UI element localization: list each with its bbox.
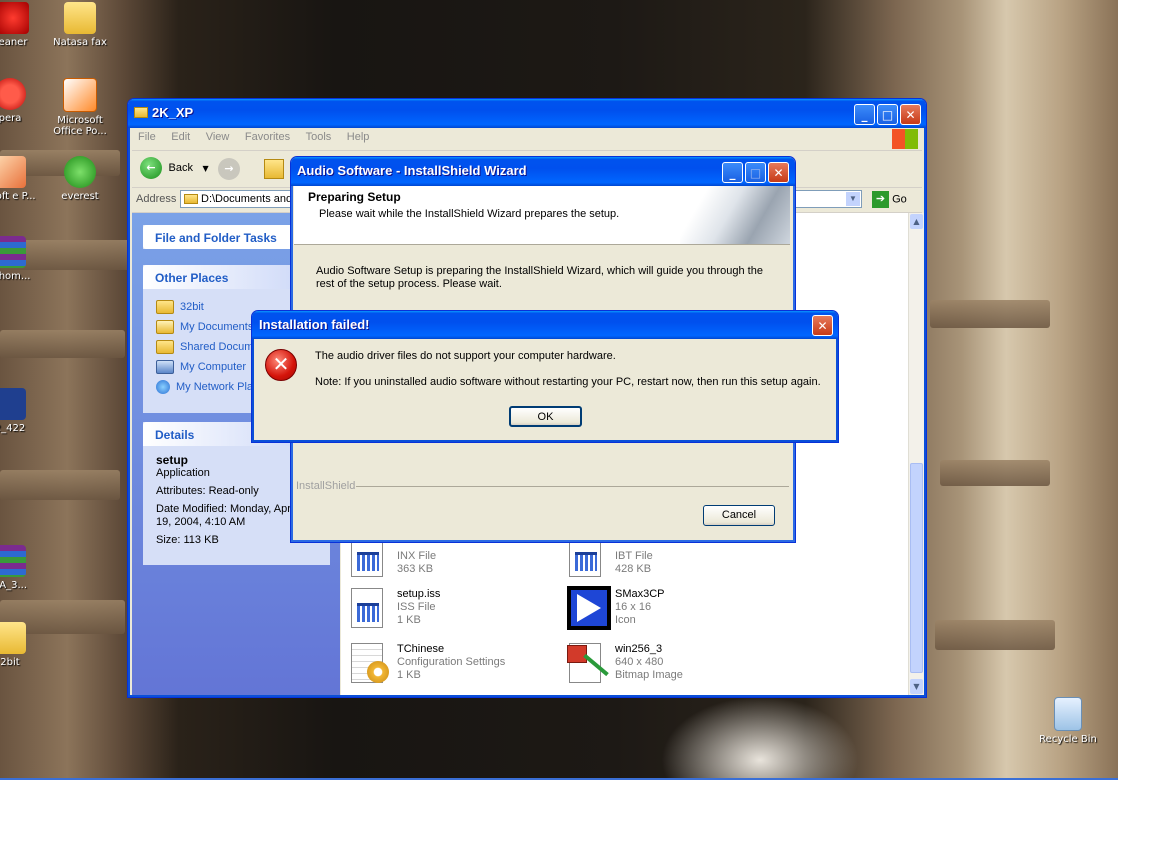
menu-file[interactable]: File [132, 128, 162, 146]
wizard-body-text: Audio Software Setup is preparing the In… [316, 265, 763, 290]
error-icon: ✕ [265, 349, 297, 381]
menu-tools[interactable]: Tools [300, 128, 338, 146]
close-button[interactable]: ✕ [900, 104, 921, 125]
scroll-up-arrow-icon[interactable]: ▲ [910, 214, 923, 229]
file-item[interactable]: setup.iss ISS File 1 KB [349, 586, 549, 630]
winrar-icon [0, 236, 26, 268]
explorer-title: 2K_XP [152, 105, 194, 120]
file-item[interactable]: TChinese Configuration Settings 1 KB [349, 641, 549, 685]
address-label: Address [136, 193, 177, 205]
scroll-down-arrow-icon[interactable]: ▼ [910, 679, 923, 694]
dialog-titlebar[interactable]: Installation failed! ✕ [252, 311, 838, 339]
desktop-icon-office-shortcut[interactable]: osoft e P... [0, 156, 45, 202]
desktop-icon-ccleaner[interactable]: eaner [0, 2, 48, 48]
wizard-title: Audio Software - InstallShield Wizard [297, 163, 527, 178]
folder-icon [184, 194, 198, 204]
ccleaner-icon [0, 2, 29, 34]
play-icon [567, 586, 611, 630]
maximize-button[interactable]: □ [745, 162, 766, 183]
menu-help[interactable]: Help [341, 128, 376, 146]
menu-edit[interactable]: Edit [165, 128, 196, 146]
forward-arrow-icon[interactable]: → [218, 158, 240, 180]
desktop-icon-everest[interactable]: everest [45, 156, 115, 202]
back-arrow-icon: ← [140, 157, 162, 179]
installation-failed-dialog: Installation failed! ✕ ✕ The audio drive… [251, 310, 839, 443]
maximize-button[interactable]: □ [877, 104, 898, 125]
winrar-icon [0, 545, 26, 577]
wizard-titlebar[interactable]: Audio Software - InstallShield Wizard _ … [291, 157, 795, 186]
close-button[interactable]: ✕ [812, 315, 833, 336]
cancel-button[interactable]: Cancel [703, 505, 775, 526]
desktop-icon-archive-2[interactable]: 6A_3... [0, 545, 45, 591]
info-icon [64, 156, 96, 188]
iss-file-icon [349, 586, 387, 628]
desktop-icon-natasa-fax[interactable]: Natasa fax [45, 2, 115, 48]
folder-icon [0, 622, 26, 654]
back-button[interactable]: ← Back ▼ [140, 157, 209, 181]
desktop-icon-32bit[interactable]: 2bit [0, 622, 45, 668]
config-settings-icon [349, 641, 389, 683]
my-documents-icon [156, 320, 174, 335]
network-globe-icon [156, 380, 170, 395]
folder-icon [156, 300, 174, 315]
up-folder-icon[interactable] [264, 159, 284, 179]
wizard-header: Preparing Setup Please wait while the In… [294, 186, 790, 245]
bitmap-image-icon [567, 641, 609, 683]
desktop-icon-archive-1[interactable]: sthom... [0, 236, 45, 282]
close-button[interactable]: ✕ [768, 162, 789, 183]
recycle-bin-icon [1054, 697, 1082, 731]
desktop-icon-recycle-bin[interactable]: Recycle Bin [1033, 697, 1103, 745]
file-item[interactable]: SMax3CP 16 x 16 Icon [567, 586, 767, 630]
divider [356, 486, 789, 487]
chevron-down-icon[interactable]: ▼ [846, 192, 860, 206]
wizard-header-subtitle: Please wait while the InstallShield Wiza… [319, 208, 620, 220]
chevron-down-icon: ▼ [202, 163, 209, 173]
error-note: Note: If you uninstalled audio software … [315, 376, 821, 388]
menu-bar: File Edit View Favorites Tools Help [132, 128, 922, 151]
menu-view[interactable]: View [200, 128, 236, 146]
folder-icon [156, 340, 174, 355]
my-computer-icon [156, 360, 174, 375]
error-message: The audio driver files do not support yo… [315, 350, 616, 362]
ok-button[interactable]: OK [509, 406, 582, 427]
office-icon [0, 156, 26, 188]
opera-icon [0, 78, 26, 110]
taskbar-edge [0, 778, 1118, 780]
powerpoint-icon [63, 78, 97, 112]
scroll-thumb[interactable] [910, 463, 923, 673]
file-item[interactable]: win256_3 640 x 480 Bitmap Image [567, 641, 767, 685]
installshield-brand: InstallShield [296, 480, 789, 492]
desktop-icon-office-powerpoint[interactable]: Microsoft Office Po... [45, 78, 115, 137]
menu-favorites[interactable]: Favorites [239, 128, 296, 146]
minimize-button[interactable]: _ [722, 162, 743, 183]
wizard-header-title: Preparing Setup [308, 190, 401, 204]
desktop-icon-2-422[interactable]: 2_422 [0, 388, 45, 434]
minimize-button[interactable]: _ [854, 104, 875, 125]
desktop-icon-opera[interactable]: pera [0, 78, 45, 124]
details-modified: Date Modified: Monday, Apr 19, 2004, 4:1… [156, 503, 291, 528]
go-button[interactable]: ➔ Go [872, 191, 907, 208]
page-curl-graphic [680, 186, 790, 244]
equalizer-icon [0, 388, 26, 420]
dialog-title: Installation failed! [259, 317, 370, 332]
vertical-scrollbar[interactable]: ▲ ▼ [908, 213, 924, 695]
folder-icon [134, 107, 148, 118]
folder-icon [64, 2, 96, 34]
windows-logo-icon [892, 129, 918, 149]
go-arrow-icon: ➔ [872, 191, 889, 208]
explorer-titlebar[interactable]: 2K_XP _ □ ✕ [128, 99, 926, 128]
